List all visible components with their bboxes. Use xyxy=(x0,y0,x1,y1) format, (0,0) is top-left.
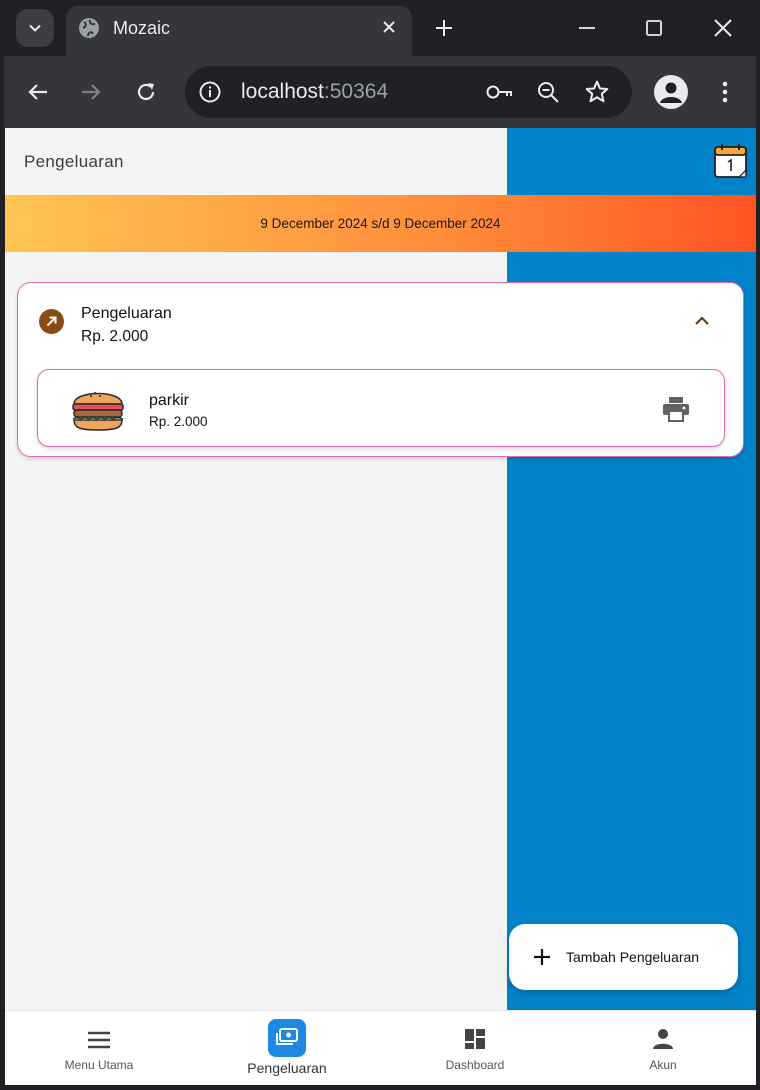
blue-side-panel xyxy=(507,128,756,1010)
chevron-down-icon xyxy=(29,24,41,32)
zoom-out-icon[interactable] xyxy=(536,80,560,104)
category-card[interactable]: Pengeluaran Rp. 2.000 parkir Rp. 2.000 xyxy=(17,282,744,457)
nav-label-menu-utama: Menu Utama xyxy=(64,1058,134,1072)
bottom-navigation: Menu Utama Pengeluaran Dashboard Akun xyxy=(5,1010,756,1085)
forward-button[interactable] xyxy=(73,74,109,110)
tab-title: Mozaic xyxy=(113,18,171,38)
plus-icon xyxy=(436,20,452,36)
reload-icon xyxy=(137,83,155,101)
close-icon xyxy=(714,19,732,37)
print-icon[interactable] xyxy=(662,396,690,422)
app-page: Pengeluaran 9 December 2024 s/d 9 Decemb… xyxy=(5,128,756,1085)
arrow-right-icon xyxy=(82,84,101,100)
nav-pengeluaran[interactable]: Pengeluaran xyxy=(193,1011,381,1085)
nav-label-dashboard: Dashboard xyxy=(445,1058,505,1072)
nav-active-indicator xyxy=(268,1019,306,1057)
category-icon xyxy=(39,309,64,334)
nav-label-akun: Akun xyxy=(649,1058,677,1072)
key-icon[interactable] xyxy=(485,81,515,103)
maximize-icon xyxy=(646,20,662,36)
payments-icon xyxy=(276,1028,298,1045)
url-host: localhost xyxy=(241,80,324,103)
back-button[interactable] xyxy=(20,74,56,110)
url-port: :50364 xyxy=(323,80,389,103)
nav-akun[interactable]: Akun xyxy=(569,1011,756,1085)
tab-close-button[interactable] xyxy=(378,16,400,38)
list-item[interactable]: parkir Rp. 2.000 xyxy=(37,369,725,447)
arrow-left-icon xyxy=(28,84,47,100)
globe-icon xyxy=(79,18,99,38)
chevron-up-icon[interactable] xyxy=(692,311,712,331)
person-icon xyxy=(653,1029,673,1049)
url-text[interactable]: localhost:50364 xyxy=(241,80,388,104)
arrow-up-right-icon xyxy=(46,316,57,327)
plus-icon xyxy=(534,949,550,965)
close-icon xyxy=(383,21,395,33)
burger-icon xyxy=(72,392,124,431)
star-icon[interactable] xyxy=(584,79,610,105)
date-range-banner[interactable]: 9 December 2024 s/d 9 December 2024 xyxy=(5,195,756,252)
profile-avatar[interactable] xyxy=(654,75,688,109)
calendar-icon[interactable] xyxy=(713,142,749,180)
add-expense-label: Tambah Pengeluaran xyxy=(566,949,700,965)
minimize-button[interactable] xyxy=(571,12,603,44)
maximize-button[interactable] xyxy=(638,12,670,44)
more-vert-icon[interactable] xyxy=(715,79,735,105)
nav-dashboard[interactable]: Dashboard xyxy=(381,1011,569,1085)
window-close-button[interactable] xyxy=(707,12,739,44)
new-tab-button[interactable] xyxy=(430,14,458,42)
page-title: Pengeluaran xyxy=(24,152,124,171)
reload-button[interactable] xyxy=(128,74,164,110)
category-amount: Rp. 2.000 xyxy=(81,328,149,345)
dashboard-icon xyxy=(465,1029,485,1049)
minimize-icon xyxy=(579,27,595,29)
person-icon xyxy=(660,82,682,103)
category-title: Pengeluaran xyxy=(81,305,172,322)
nav-menu-utama[interactable]: Menu Utama xyxy=(5,1011,193,1085)
menu-icon xyxy=(88,1031,110,1049)
tab-search-button[interactable] xyxy=(16,9,54,47)
nav-label-pengeluaran: Pengeluaran xyxy=(247,1060,327,1076)
item-amount: Rp. 2.000 xyxy=(149,414,208,429)
item-name: parkir xyxy=(149,392,190,409)
info-icon[interactable] xyxy=(198,80,222,104)
add-expense-button[interactable]: Tambah Pengeluaran xyxy=(509,924,738,990)
